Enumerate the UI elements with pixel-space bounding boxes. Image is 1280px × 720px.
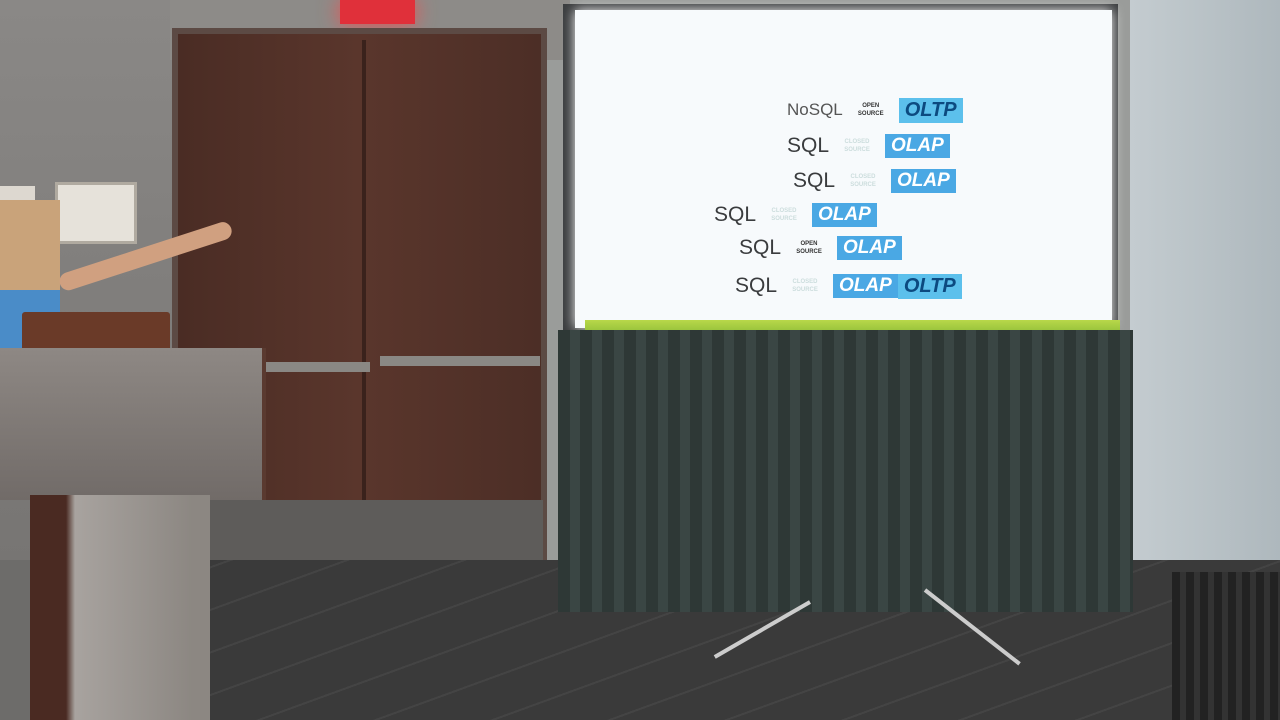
podium xyxy=(0,348,266,500)
db-type-label: SQL xyxy=(787,134,830,157)
source-label: CLOSED SOURCE xyxy=(844,139,870,153)
source-label: CLOSED SOURCE xyxy=(771,208,797,222)
podium-pedestal xyxy=(30,495,210,720)
source-label: OPEN SOURCE xyxy=(857,103,884,117)
door-seam xyxy=(362,40,366,550)
db-type-label: SQL xyxy=(714,203,757,226)
framed-certificate xyxy=(55,182,137,244)
source-label: OPEN SOURCE xyxy=(796,241,822,255)
right-wall xyxy=(1130,0,1280,610)
slide-row: SQL CLOSED SOURCE OLAP xyxy=(793,167,956,195)
side-table xyxy=(1172,572,1280,720)
db-type-label: NoSQL xyxy=(787,100,843,119)
olap-badge: OLAP xyxy=(885,134,950,158)
slide-row: SQL CLOSED SOURCE OLAP xyxy=(714,201,877,229)
door-push-bar xyxy=(265,362,370,372)
door-push-bar xyxy=(380,356,540,366)
db-type-label: SQL xyxy=(793,169,836,192)
slide-row: NoSQL OPEN SOURCE OLTP xyxy=(787,96,963,124)
olap-badge: OLAP xyxy=(837,236,902,260)
db-type-label: SQL xyxy=(735,274,778,297)
table-skirt xyxy=(558,330,1133,612)
source-label: CLOSED SOURCE xyxy=(850,174,876,188)
door-kickplate xyxy=(178,500,543,562)
exit-sign xyxy=(340,0,415,24)
slide-row: SQL OPEN SOURCE OLAP xyxy=(739,234,902,262)
slide-row: SQL CLOSED SOURCE OLAP OLTP xyxy=(735,272,962,300)
oltp-badge: OLTP xyxy=(897,273,962,299)
source-label: CLOSED SOURCE xyxy=(792,279,818,293)
olap-badge: OLAP xyxy=(833,274,898,298)
olap-badge: OLAP xyxy=(891,169,956,193)
slide-row: SQL CLOSED SOURCE OLAP xyxy=(787,132,950,160)
db-type-label: SQL xyxy=(739,236,782,259)
oltp-badge: OLTP xyxy=(898,97,963,123)
olap-badge: OLAP xyxy=(812,203,877,227)
